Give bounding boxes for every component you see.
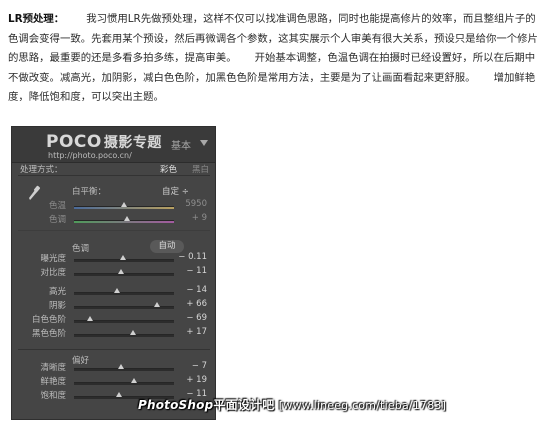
slider-label: 鲜艳度 <box>40 377 66 387</box>
slider-thumb[interactable] <box>118 364 124 369</box>
article-title: LR预处理： <box>8 13 65 25</box>
slider-value[interactable]: + 17 <box>175 327 207 337</box>
tone-label: 色调 <box>72 244 90 254</box>
white-balance-dropdown[interactable]: 自定 ÷ <box>162 185 189 197</box>
divider <box>18 349 210 350</box>
slider-value[interactable]: − 0.11 <box>175 252 207 262</box>
slider-label: 饱和度 <box>40 391 66 401</box>
slider-label: 曝光度 <box>40 254 66 264</box>
treatment-color-option[interactable]: 彩色 <box>160 163 177 175</box>
slider-value[interactable]: − 7 <box>175 361 207 371</box>
slider-value[interactable]: − 14 <box>175 285 207 295</box>
panel-header: POCO 摄影专题 http://photo.poco.cn/ 基本 <box>12 127 215 163</box>
slider-thumb[interactable] <box>120 255 126 260</box>
watermark: PhotoShop平面设计吧 [www.lineeg.com/tieba/178… <box>138 398 447 412</box>
slider-thumb[interactable] <box>130 330 136 335</box>
slider-thumb[interactable] <box>118 269 124 274</box>
poco-url: http://photo.poco.cn/ <box>48 151 132 160</box>
article-text: LR预处理： 我习惯用LR先做预处理，这样不仅可以找准调色思路，同时也能提高修片的… <box>8 10 540 108</box>
slider-track[interactable] <box>74 382 174 385</box>
poco-logo: POCO 摄影专题 <box>46 132 162 152</box>
slider-label: 阴影 <box>48 301 66 311</box>
slider-track[interactable] <box>74 334 174 337</box>
divider <box>18 175 210 176</box>
slider-thumb[interactable] <box>154 302 160 307</box>
slider-value[interactable]: + 9 <box>175 213 207 223</box>
slider-thumb[interactable] <box>87 316 93 321</box>
slider-label: 清晰度 <box>40 363 66 373</box>
lightroom-basic-panel: POCO 摄影专题 http://photo.poco.cn/ 基本 处理方式： … <box>11 126 216 420</box>
slider-track[interactable] <box>74 273 174 276</box>
slider-thumb[interactable] <box>121 202 127 207</box>
slider-value[interactable]: − 69 <box>175 313 207 323</box>
slider-track[interactable] <box>74 292 174 295</box>
treatment-label: 处理方式： <box>20 165 63 175</box>
slider-label: 色调 <box>48 215 66 225</box>
collapse-triangle-icon[interactable] <box>200 140 208 146</box>
panel-title[interactable]: 基本 <box>171 137 191 152</box>
white-balance-label: 白平衡： <box>72 187 107 197</box>
slider-label: 色温 <box>48 201 66 211</box>
slider-value[interactable]: + 19 <box>175 375 207 385</box>
slider-label: 白色色阶 <box>31 315 66 325</box>
slider-track[interactable] <box>74 368 174 371</box>
presence-label: 偏好 <box>72 356 90 366</box>
slider-thumb[interactable] <box>131 378 137 383</box>
slider-label: 对比度 <box>40 268 66 278</box>
slider-thumb[interactable] <box>124 216 130 221</box>
slider-value[interactable]: − 11 <box>175 266 207 276</box>
slider-value[interactable]: + 66 <box>175 299 207 309</box>
treatment-bw-option[interactable]: 黑白 <box>192 163 209 175</box>
slider-thumb[interactable] <box>114 288 120 293</box>
divider <box>18 230 210 231</box>
slider-label: 黑色色阶 <box>31 329 66 339</box>
slider-label: 高光 <box>48 287 66 297</box>
slider-value[interactable]: 5950 <box>175 199 207 209</box>
slider-thumb[interactable] <box>116 392 122 397</box>
